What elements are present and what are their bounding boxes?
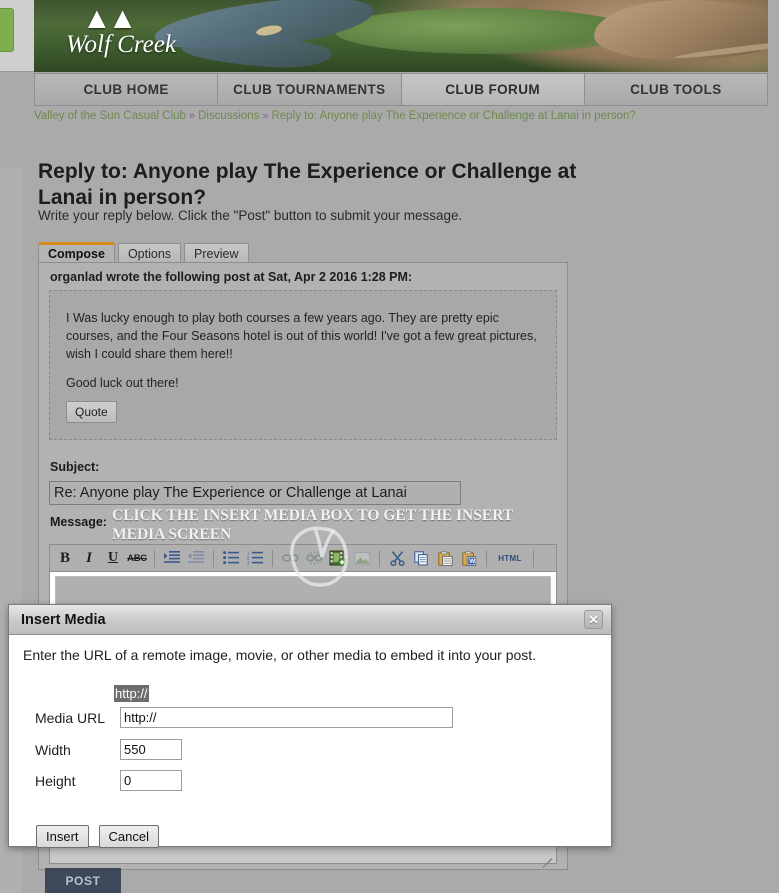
height-row: Height — [35, 770, 182, 791]
toolbar-separator — [486, 549, 487, 567]
copy-icon[interactable] — [410, 548, 432, 569]
message-editor-input[interactable] — [55, 576, 551, 606]
quoted-post-header: organlad wrote the following post at Sat… — [50, 270, 413, 284]
height-input[interactable] — [120, 770, 182, 791]
dialog-titlebar[interactable]: Insert Media ✕ — [9, 605, 611, 635]
message-label: Message: — [50, 515, 107, 529]
width-input[interactable] — [120, 739, 182, 760]
bullet-list-icon[interactable] — [220, 548, 242, 569]
dialog-title-text: Insert Media — [21, 611, 106, 628]
toolbar-separator — [379, 549, 380, 567]
insert-image-icon[interactable] — [351, 548, 373, 569]
quoted-paragraph-2: Good luck out there! — [66, 376, 179, 391]
quoted-post-text: I Was lucky enough to play both courses … — [66, 309, 544, 404]
svg-text:W: W — [469, 558, 476, 565]
indent-decrease-icon[interactable] — [185, 548, 207, 569]
close-icon[interactable]: ✕ — [584, 610, 603, 629]
paste-icon[interactable] — [434, 548, 456, 569]
insert-media-dialog: Insert Media ✕ Enter the URL of a remote… — [8, 604, 612, 848]
subject-input[interactable] — [49, 481, 461, 505]
insert-link-icon[interactable] — [279, 548, 301, 569]
page-root: ▲▲ Wolf Creek CLUB HOME CLUB TOURNAMENTS… — [0, 0, 779, 893]
paste-from-word-icon[interactable]: W — [458, 548, 480, 569]
underline-icon[interactable]: U — [102, 548, 124, 569]
club-nav: CLUB HOME CLUB TOURNAMENTS CLUB FORUM CL… — [34, 73, 768, 106]
club-banner: ▲▲ Wolf Creek — [34, 0, 768, 72]
editor-resize-handle[interactable] — [538, 846, 553, 869]
quoted-post-box: I Was lucky enough to play both courses … — [49, 290, 557, 440]
club-nav-tab-tournaments[interactable]: CLUB TOURNAMENTS — [218, 73, 402, 106]
dialog-description: Enter the URL of a remote image, movie, … — [23, 647, 537, 663]
page-subtitle: Write your reply below. Click the "Post"… — [38, 208, 463, 223]
breadcrumb-link-club[interactable]: Valley of the Sun Casual Club — [34, 110, 186, 122]
wolf-creek-logo: ▲▲ Wolf Creek — [64, 4, 254, 66]
cancel-button[interactable]: Cancel — [98, 825, 159, 848]
quoted-paragraph-1: I Was lucky enough to play both courses … — [66, 311, 537, 362]
left-green-chip — [0, 8, 14, 52]
toolbar-separator — [154, 549, 155, 567]
subject-label: Subject: — [50, 460, 100, 474]
height-label: Height — [35, 772, 76, 789]
club-nav-tab-tools[interactable]: CLUB TOOLS — [584, 73, 768, 106]
editor-toolbar: B I U ABC 1 2 3 W HTML — [50, 545, 556, 572]
width-label: Width — [35, 741, 71, 758]
quote-button[interactable]: Quote — [66, 401, 117, 423]
wolf-head-icon: ▲▲ — [82, 2, 137, 35]
italic-icon[interactable]: I — [78, 548, 100, 569]
svg-text:3: 3 — [247, 561, 250, 566]
insert-media-icon[interactable] — [327, 548, 349, 569]
toolbar-separator — [213, 549, 214, 567]
cut-icon[interactable] — [386, 548, 408, 569]
post-button[interactable]: POST — [45, 868, 121, 893]
page-title: Reply to: Anyone play The Experience or … — [38, 160, 577, 209]
media-url-row: Media URL — [35, 707, 453, 728]
indent-increase-icon[interactable] — [161, 548, 183, 569]
logo-wordmark: Wolf Creek — [66, 31, 176, 58]
club-nav-tab-forum[interactable]: CLUB FORUM — [401, 73, 585, 106]
media-url-label: Media URL — [35, 709, 106, 726]
dialog-actions: Insert Cancel — [36, 825, 159, 848]
toolbar-separator — [533, 549, 534, 567]
html-source-icon[interactable]: HTML — [493, 548, 527, 569]
width-row: Width — [35, 739, 182, 760]
breadcrumb-link-discussions[interactable]: Discussions — [198, 110, 259, 122]
media-url-input[interactable] — [120, 707, 453, 728]
toolbar-separator — [272, 549, 273, 567]
remove-link-icon[interactable] — [303, 548, 325, 569]
club-nav-tab-home[interactable]: CLUB HOME — [34, 73, 219, 106]
insert-button[interactable]: Insert — [36, 825, 89, 848]
bold-icon[interactable]: B — [54, 548, 76, 569]
numbered-list-icon[interactable]: 1 2 3 — [244, 548, 266, 569]
right-sidebar-panel — [600, 133, 768, 582]
banner-fairway — [334, 8, 634, 54]
breadcrumb-current: Reply to: Anyone play The Experience or … — [271, 110, 636, 122]
dialog-body: Enter the URL of a remote image, movie, … — [9, 635, 611, 848]
breadcrumb: Valley of the Sun Casual Club» Discussion… — [34, 110, 636, 122]
strikethrough-icon[interactable]: ABC — [126, 548, 148, 569]
breadcrumb-separator-2: » — [262, 110, 269, 122]
breadcrumb-separator-1: » — [188, 110, 196, 122]
